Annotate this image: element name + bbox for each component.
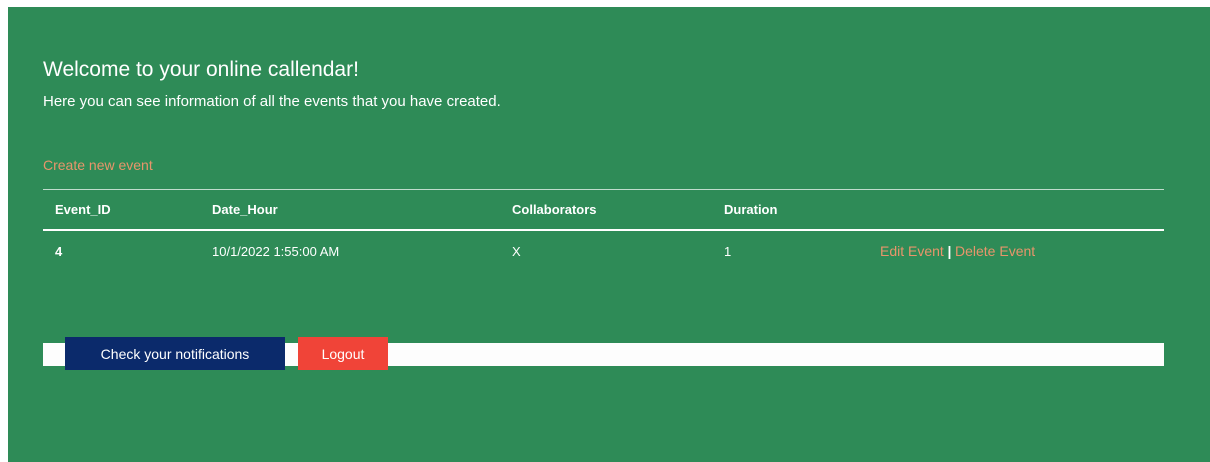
logout-button[interactable]: Logout	[298, 337, 388, 370]
column-header-collaborators: Collaborators	[512, 202, 597, 217]
create-new-event-link[interactable]: Create new event	[43, 157, 153, 173]
table-body: 4 10/1/2022 1:55:00 AM X 1 Edit Event | …	[43, 230, 1164, 271]
table-header: Event_ID Date_Hour Collaborators Duratio…	[43, 189, 1164, 231]
cell-date-hour: 10/1/2022 1:55:00 AM	[212, 243, 340, 259]
cell-duration: 1	[724, 243, 732, 259]
column-header-date-hour: Date_Hour	[212, 202, 278, 217]
table-row: 4 10/1/2022 1:55:00 AM X 1 Edit Event | …	[43, 230, 1164, 271]
table-header-row: Event_ID Date_Hour Collaborators Duratio…	[43, 189, 1164, 231]
check-notifications-button[interactable]: Check your notifications	[65, 337, 285, 370]
column-header-actions	[868, 190, 1164, 231]
cell-event-id: 4	[55, 243, 63, 259]
page-title: Welcome to your online callendar!	[43, 58, 359, 81]
edit-event-link[interactable]: Edit Event	[880, 243, 944, 259]
link-separator: |	[947, 243, 952, 259]
page-subtitle: Here you can see information of all the …	[43, 93, 501, 110]
column-header-event-id: Event_ID	[55, 202, 111, 217]
events-table: Event_ID Date_Hour Collaborators Duratio…	[43, 189, 1164, 271]
cell-actions: Edit Event | Delete Event	[868, 230, 1164, 271]
cell-collaborators: X	[512, 243, 521, 259]
column-header-duration: Duration	[724, 202, 778, 217]
main-panel: Welcome to your online callendar! Here y…	[8, 7, 1210, 462]
delete-event-link[interactable]: Delete Event	[955, 243, 1035, 259]
